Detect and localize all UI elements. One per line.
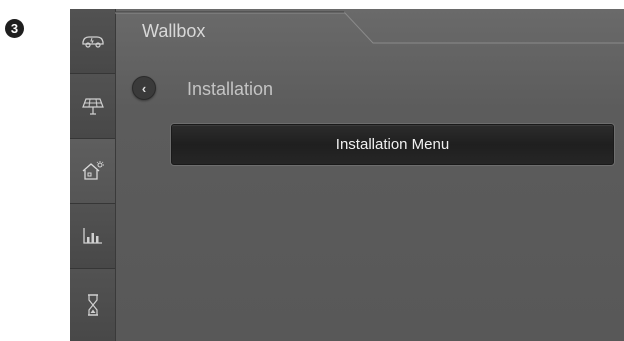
sidebar-item-solar[interactable] (70, 74, 115, 139)
bar-chart-icon (82, 226, 104, 246)
installation-menu-button[interactable]: Installation Menu (171, 124, 614, 165)
device-screen: Wallbox ‹ Installation Installation Menu (70, 9, 624, 341)
sidebar (70, 9, 116, 341)
step-number-badge: 3 (5, 19, 24, 38)
chevron-left-icon: ‹ (141, 80, 147, 96)
solar-panel-icon (81, 96, 104, 116)
page-title: Wallbox (142, 21, 206, 41)
sidebar-item-timer[interactable] (70, 269, 115, 341)
ev-car-icon (80, 34, 106, 48)
sidebar-item-wallbox[interactable] (70, 9, 115, 74)
back-button[interactable]: ‹ (132, 76, 156, 100)
installation-menu-label: Installation Menu (335, 136, 450, 153)
sidebar-item-statistics[interactable] (70, 204, 115, 269)
hourglass-icon (86, 293, 100, 317)
section-title: Installation (187, 79, 274, 99)
home-energy-icon (81, 160, 105, 182)
sidebar-item-home[interactable] (70, 139, 115, 204)
